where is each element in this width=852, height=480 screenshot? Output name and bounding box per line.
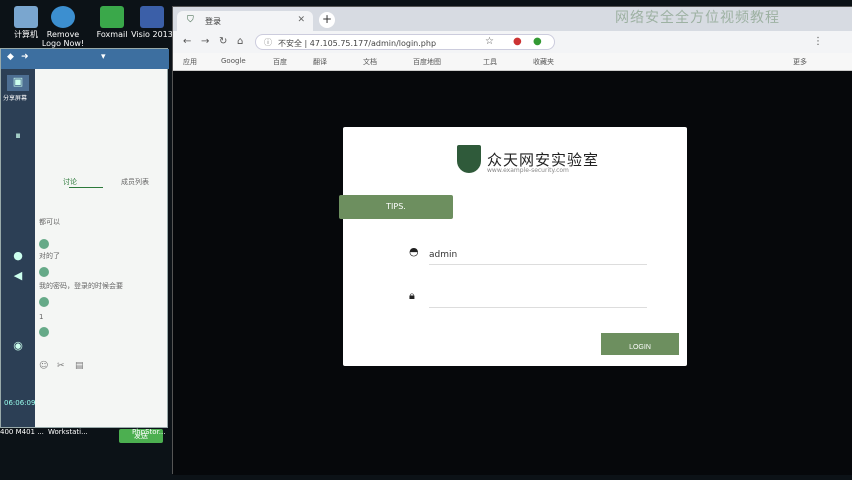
remove-logo-desktop-icon[interactable]: Remove Logo Now! xyxy=(40,6,86,48)
shield-favicon-icon: ⛉ xyxy=(187,15,194,25)
back-icon[interactable]: ← xyxy=(183,36,191,47)
remove-logo-icon xyxy=(51,6,75,28)
info-icon: ⓘ xyxy=(264,38,272,47)
chat-message xyxy=(39,267,52,277)
shield-logo-icon xyxy=(457,145,481,173)
scissors-icon[interactable]: ✂ xyxy=(57,361,65,371)
back-icon[interactable]: ◆ xyxy=(7,52,14,62)
browser-window: ⛉ 登录 ✕ + 网络安全全方位视频教程 ← → ↻ ⌂ ⓘ 不安全 | 47.… xyxy=(172,6,852,475)
active-tab-underline xyxy=(69,187,103,188)
desktop-icon-label: Remove Logo Now! xyxy=(41,30,85,48)
login-card: 众天网安实验室 www.example-security.com TIPS. ◓… xyxy=(339,127,687,366)
mic-icon[interactable]: ● xyxy=(7,249,29,265)
bookmark-item[interactable]: 收藏夹 xyxy=(533,57,554,67)
password-field[interactable] xyxy=(429,287,647,305)
chat-sidebar: ▣ 分享屏幕 ⏸ ● ◀ ◉ 06:06:09 xyxy=(1,69,35,427)
taskbar-item[interactable]: Workstati... xyxy=(48,428,88,436)
speaker-icon[interactable]: ◀ xyxy=(7,269,29,285)
new-tab-button[interactable]: + xyxy=(319,12,335,28)
taskbar-item[interactable]: PhpStor... xyxy=(132,428,165,436)
url-text: 不安全 | 47.105.75.177/admin/login.php xyxy=(278,39,437,48)
password-underline xyxy=(429,307,647,308)
avatar xyxy=(39,297,49,307)
tab-bar: ⛉ 登录 ✕ + 网络安全全方位视频教程 xyxy=(173,7,852,31)
forward-icon[interactable]: → xyxy=(201,36,209,47)
visio-desktop-icon[interactable]: Visio 2013 xyxy=(128,6,176,39)
chat-message xyxy=(39,239,52,249)
avatar xyxy=(39,267,49,277)
page-viewport: 众天网安实验室 www.example-security.com TIPS. ◓… xyxy=(173,71,852,475)
tab-members[interactable]: 成员列表 xyxy=(121,177,149,187)
bookmark-item[interactable]: 文档 xyxy=(363,57,377,67)
emoji-icon[interactable]: ☺ xyxy=(39,361,48,371)
share-screen-label: 分享屏幕 xyxy=(3,95,28,102)
bookmark-item[interactable]: 应用 xyxy=(183,57,197,67)
watermark-text: 网络安全全方位视频教程 xyxy=(615,10,780,26)
avatar xyxy=(39,327,49,337)
foxmail-icon xyxy=(100,6,124,28)
tips-banner: TIPS. xyxy=(339,195,453,219)
chat-message xyxy=(39,327,52,337)
taskbar-item[interactable]: 400 M401 ... xyxy=(0,428,44,436)
username-field[interactable]: admin xyxy=(429,250,457,260)
pin-icon[interactable]: ▾ xyxy=(101,52,106,62)
chat-message xyxy=(39,297,52,307)
chat-message: 对的了 xyxy=(39,252,60,260)
desktop-icon-label: Visio 2013 xyxy=(131,30,173,39)
brand-subtitle: www.example-security.com xyxy=(487,167,569,174)
taskbar: 400 M401 ... Workstati... PhpStor... xyxy=(0,428,170,440)
bookmark-item[interactable]: 工具 xyxy=(483,57,497,67)
address-bar[interactable]: ⓘ 不安全 | 47.105.75.177/admin/login.php xyxy=(255,34,555,50)
forward-icon[interactable]: ➜ xyxy=(21,52,29,62)
extension-icon[interactable]: ● xyxy=(513,36,522,47)
visio-icon xyxy=(140,6,164,28)
share-screen-icon[interactable]: ▣ xyxy=(7,75,29,91)
bookmark-item[interactable]: 翻译 xyxy=(313,57,327,67)
avatar xyxy=(39,239,49,249)
close-tab-icon[interactable]: ✕ xyxy=(297,15,305,25)
chat-toolbar: ◆ ➜ ▾ xyxy=(1,49,169,69)
chat-message: 1 xyxy=(39,313,44,321)
bookmark-item[interactable]: 百度 xyxy=(273,57,287,67)
extension-icon[interactable]: ● xyxy=(533,36,542,47)
browser-toolbar: ← → ↻ ⌂ ⓘ 不安全 | 47.105.75.177/admin/logi… xyxy=(173,31,852,53)
user-icon: ◓ xyxy=(409,245,419,258)
home-icon[interactable]: ⌂ xyxy=(237,36,243,47)
tab-discussion[interactable]: 讨论 xyxy=(63,177,77,187)
bookmarks-bar: 应用 Google 百度 翻译 文档 百度地图 工具 收藏夹 更多 xyxy=(173,53,852,71)
lock-icon: 🔒︎ xyxy=(409,289,415,302)
bookmark-item[interactable]: 更多 xyxy=(793,57,807,67)
username-underline xyxy=(429,264,647,265)
chat-message: 都可以 xyxy=(39,218,60,226)
record-icon[interactable]: ◉ xyxy=(7,339,29,355)
chat-message: 我的密码，登录的时候会要 xyxy=(39,282,123,290)
login-button[interactable]: LOGIN xyxy=(601,333,679,355)
image-icon[interactable]: ▤ xyxy=(75,361,84,371)
pause-icon[interactable]: ⏸ xyxy=(7,129,29,145)
chat-panel: ◆ ➜ ▾ ▣ 分享屏幕 ⏸ ● ◀ ◉ 06:06:09 讨论 成员列表 都可… xyxy=(0,48,169,443)
bookmark-star-icon[interactable]: ☆ xyxy=(485,36,494,47)
chat-content: 讨论 成员列表 都可以 对的了 我的密码，登录的时候会要 1 ☺ ✂ ▤ 发送 xyxy=(35,69,167,443)
bookmark-item[interactable]: Google xyxy=(221,57,246,65)
reload-icon[interactable]: ↻ xyxy=(219,36,227,47)
computer-icon xyxy=(14,6,38,28)
menu-icon[interactable]: ⋮ xyxy=(813,36,823,47)
browser-tab[interactable]: ⛉ 登录 ✕ xyxy=(177,11,313,31)
bookmark-item[interactable]: 百度地图 xyxy=(413,57,441,67)
tab-title: 登录 xyxy=(205,17,221,26)
share-timer: 06:06:09 xyxy=(4,399,36,407)
